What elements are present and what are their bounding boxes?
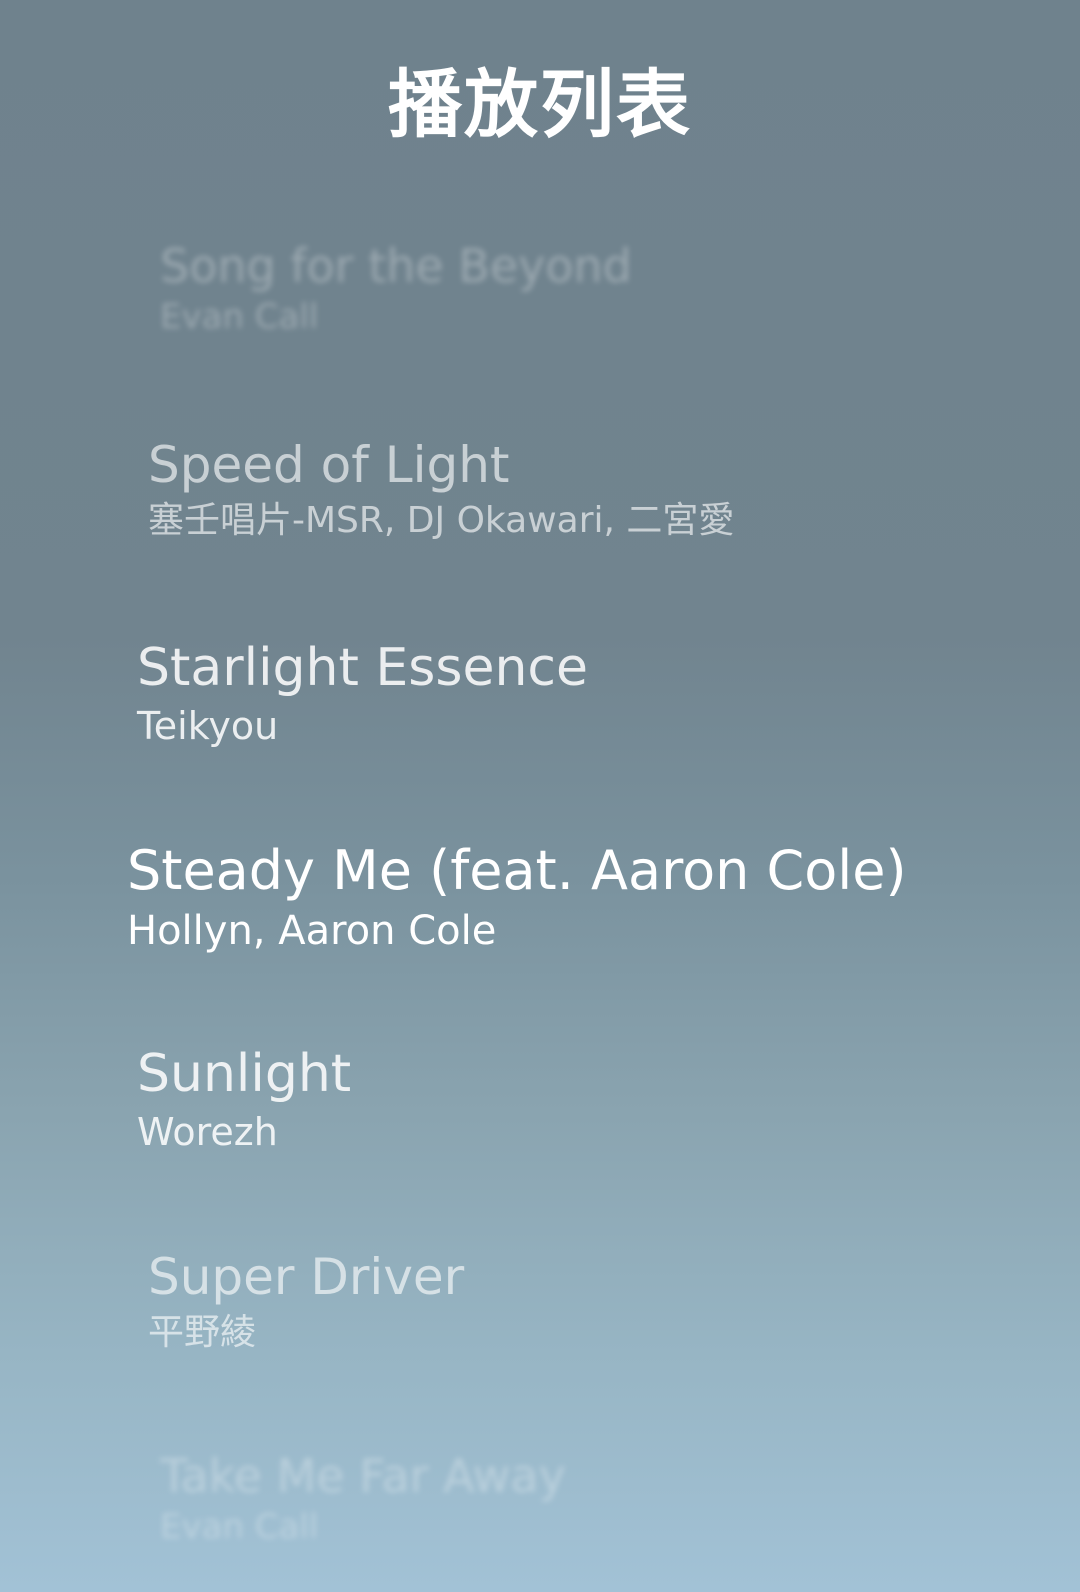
track-title: Super Driver xyxy=(148,1248,465,1306)
track-title: Song for the Beyond xyxy=(160,239,632,293)
track-artist: 塞壬唱片-MSR, DJ Okawari, 二宮愛 xyxy=(148,500,735,541)
playlist-item[interactable]: Sunlight Worezh xyxy=(137,1042,351,1158)
playlist-item-current[interactable]: Steady Me (feat. Aaron Cole) Hollyn, Aar… xyxy=(127,838,907,958)
track-title: Steady Me (feat. Aaron Cole) xyxy=(127,839,907,902)
playlist-item[interactable]: Song for the Beyond Evan Call xyxy=(160,238,632,340)
playlist-item[interactable]: Speed of Light 塞壬唱片-MSR, DJ Okawari, 二宮愛 xyxy=(148,434,734,546)
track-title: Take Me Far Away xyxy=(160,1449,566,1503)
playlist-item[interactable]: Super Driver 平野綾 xyxy=(148,1246,464,1358)
playlist-picker[interactable]: Song for the Beyond Evan Call Speed of L… xyxy=(0,0,1080,1592)
track-artist: Worezh xyxy=(137,1110,278,1154)
track-title: Speed of Light xyxy=(148,436,510,494)
playlist-item[interactable]: Take Me Far Away Evan Call xyxy=(160,1448,566,1550)
track-artist: Teikyou xyxy=(137,704,279,748)
track-artist: Evan Call xyxy=(160,297,319,337)
track-artist: 平野綾 xyxy=(148,1312,257,1353)
track-artist: Evan Call xyxy=(160,1507,319,1547)
track-artist: Hollyn, Aaron Cole xyxy=(127,908,497,954)
playlist-item[interactable]: Starlight Essence Teikyou xyxy=(137,636,588,752)
track-title: Sunlight xyxy=(137,1044,352,1104)
track-title: Starlight Essence xyxy=(137,638,588,698)
